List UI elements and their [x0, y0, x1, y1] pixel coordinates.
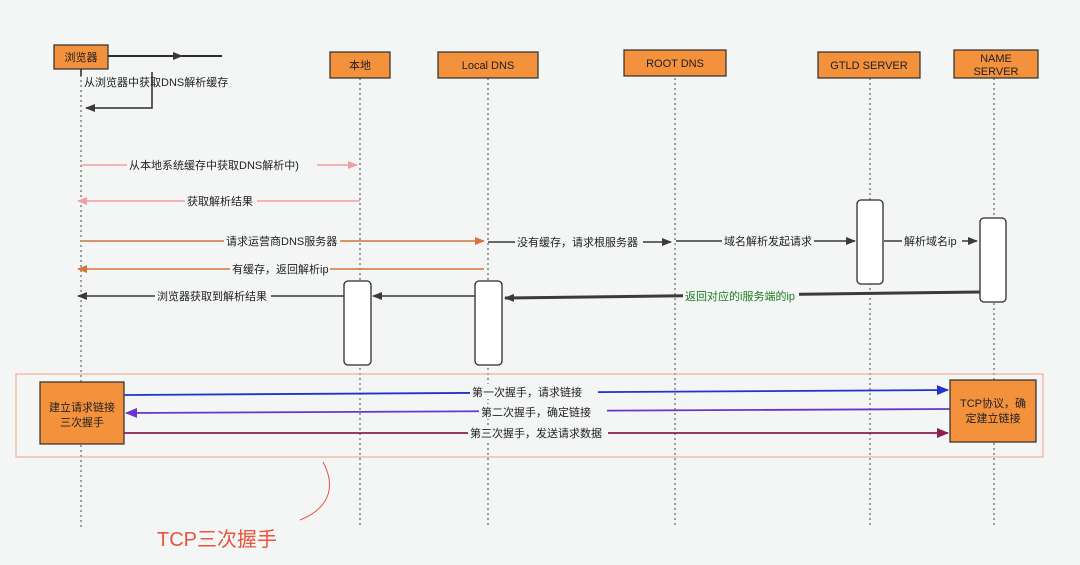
- actor-root-dns-label: ROOT DNS: [646, 58, 704, 70]
- msg-request-isp-dns: 请求运营商DNS服务器: [226, 234, 337, 248]
- msg-cached-return: 有缓存，返回解析ip: [232, 262, 329, 276]
- msg-request-root: 没有缓存，请求根服务器: [517, 235, 638, 249]
- activation-gtld: [856, 199, 884, 285]
- actor-gtld-label: GTLD SERVER: [830, 60, 907, 72]
- activation-name-server: [979, 217, 1007, 303]
- activation-local-dns: [474, 280, 503, 366]
- handshake-right-box: TCP协议，确 定建立链接: [949, 379, 1037, 443]
- actor-name-server: NAME SERVER: [953, 49, 1039, 79]
- sequence-diagram: 浏览器 本地 Local DNS ROOT DNS GTLD SERVER NA…: [0, 0, 1080, 565]
- handshake-left-label-2: 三次握手: [60, 415, 104, 429]
- handshake-right-label-1: TCP协议，确: [960, 396, 1026, 410]
- actor-local-dns: Local DNS: [437, 51, 539, 79]
- handshake-right-label-2: 定建立链接: [966, 411, 1021, 425]
- annotation-tcp-handshake: TCP三次握手: [157, 528, 277, 551]
- actor-root-dns: ROOT DNS: [623, 49, 727, 77]
- msg-handshake-1: 第一次握手，请求链接: [472, 385, 582, 399]
- actor-gtld: GTLD SERVER: [817, 51, 921, 79]
- activation-local: [343, 280, 372, 366]
- annotation-curve: [299, 461, 330, 521]
- actor-name-server-label-2: SERVER: [973, 66, 1018, 78]
- handshake-left-label-1: 建立请求链接: [49, 400, 115, 414]
- actor-local: 本地: [329, 51, 391, 79]
- actor-local-dns-label: Local DNS: [462, 60, 515, 72]
- actor-name-server-label-1: NAME: [980, 53, 1012, 65]
- msg-resolve-ip: 解析域名ip: [904, 234, 957, 248]
- msg-domain-request: 域名解析发起请求: [724, 234, 812, 248]
- msg-browser-cache: 从浏览器中获取DNS解析缓存: [84, 75, 228, 89]
- msg-browser-result: 浏览器获取到解析结果: [157, 289, 267, 303]
- actor-browser-label: 浏览器: [65, 50, 98, 64]
- actor-browser: 浏览器: [53, 44, 109, 70]
- msg-get-result: 获取解析结果: [187, 194, 253, 208]
- msg-local-cache: 从本地系统缓存中获取DNS解析中): [129, 158, 299, 172]
- actor-local-label: 本地: [349, 58, 371, 72]
- msg-return-server-ip: 返回对应的i服务端的ip: [685, 289, 795, 303]
- msg-handshake-2: 第二次握手，确定链接: [481, 405, 591, 419]
- msg-handshake-3: 第三次握手，发送请求数据: [470, 426, 602, 440]
- diagram-canvas: 浏览器 本地 Local DNS ROOT DNS GTLD SERVER NA…: [15, 44, 1044, 551]
- handshake-left-box: 建立请求链接 三次握手: [39, 381, 125, 445]
